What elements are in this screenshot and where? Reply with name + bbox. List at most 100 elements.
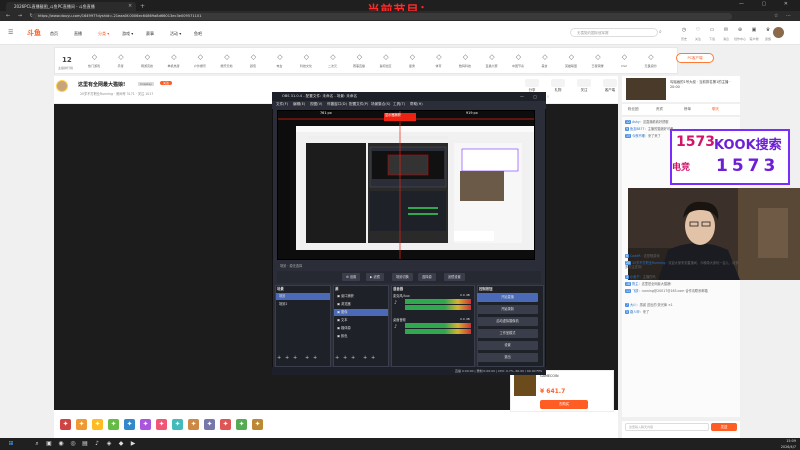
category-icon[interactable]: ◇ [353, 52, 366, 63]
category-label[interactable]: 二次元 [319, 64, 347, 68]
category-label[interactable]: 电台 [266, 64, 294, 68]
category-icon[interactable]: ◇ [141, 52, 154, 63]
category-label[interactable]: 星秀 [398, 64, 426, 68]
nav-item[interactable]: 活动 ▾ [170, 31, 181, 37]
room-button[interactable]: 客户端 [598, 87, 622, 92]
room-button-icon[interactable] [603, 79, 617, 87]
taskbar-app-icon[interactable]: ◎ [68, 439, 78, 449]
window-controls[interactable]: — ▢ ✕ [739, 1, 796, 7]
url-input[interactable]: https://www.douyu.com/164997?dyshid=-21e… [32, 13, 732, 20]
chat-username[interactable]: 今夜不睡： [632, 134, 648, 138]
category-icon[interactable]: ◇ [168, 52, 181, 63]
gift-icon[interactable]: ✦ [236, 419, 247, 430]
obs-source-tool-icon[interactable]: + [335, 355, 339, 361]
category-icon[interactable]: ◇ [274, 52, 287, 63]
gift-icon[interactable]: ✦ [60, 419, 71, 430]
gift-icon[interactable]: ✦ [124, 419, 135, 430]
pc-client-button[interactable]: PC客户端 [676, 53, 714, 63]
chat-username[interactable]: 鱼友8877： [630, 127, 648, 131]
obs-dock-add-icon[interactable]: + [293, 355, 297, 361]
category-icon[interactable]: ◇ [221, 52, 234, 63]
obs-source-item[interactable]: ▣ 媒体源 [334, 325, 388, 332]
obs-window-controls[interactable]: — ▢ ✕ [520, 92, 554, 101]
gift-icon[interactable]: ✦ [140, 419, 151, 430]
gift-icon[interactable]: ✦ [108, 419, 119, 430]
chat-username[interactable]: 陈主： [632, 282, 642, 286]
obs-source-item[interactable]: ▣ 图像 [334, 309, 388, 316]
category-icon[interactable]: ◇ [88, 52, 101, 63]
category-icon[interactable]: ◇ [406, 52, 419, 63]
gift-icon[interactable]: ✦ [92, 419, 103, 430]
gift-icon[interactable]: ✦ [204, 419, 215, 430]
room-button-icon[interactable] [577, 79, 591, 87]
follow-badge[interactable]: 关注 [160, 81, 173, 85]
gift-icon[interactable]: ✦ [220, 419, 231, 430]
category-icon[interactable]: ◇ [486, 52, 499, 63]
search-icon[interactable]: ⌕ [659, 29, 662, 35]
taskbar-app-icon[interactable]: ◉ [56, 439, 66, 449]
category-label[interactable]: 数码科技 [451, 64, 479, 68]
site-logo[interactable]: 斗鱼 [27, 28, 41, 38]
obs-dock-add-icon[interactable]: + [305, 355, 309, 361]
room-tag[interactable]: Cosplay [138, 82, 154, 86]
taskbar-app-icon[interactable]: ⌕ [32, 439, 42, 449]
category-label[interactable]: 户外娱乐 [186, 64, 214, 68]
chat-username[interactable]: Ashy： [632, 120, 643, 124]
category-label[interactable]: 赛事直播 [345, 64, 373, 68]
obs-toolbar-button[interactable]: 场景切换 [392, 273, 413, 281]
chat-tab[interactable]: 粉丝团 [628, 107, 639, 112]
nav-item[interactable]: 直播 [74, 31, 82, 37]
product-buy-button[interactable]: 去购买 [540, 400, 588, 409]
obs-control-button[interactable]: 设置 [477, 341, 538, 350]
category-label[interactable]: 美食 [531, 64, 559, 68]
category-label[interactable]: 网游竞技 [133, 64, 161, 68]
category-label[interactable]: 体育 [425, 64, 453, 68]
category-icon[interactable]: ◇ [565, 52, 578, 63]
category-icon[interactable]: ◇ [194, 52, 207, 63]
chat-tab[interactable]: 贵宾 [656, 107, 663, 112]
obs-scene-item[interactable]: 场景 [276, 293, 330, 300]
taskbar-app-icon[interactable]: ▶ [128, 439, 138, 449]
taskbar-app-icon[interactable]: ◆ [116, 439, 126, 449]
category-icon[interactable]: ◇ [115, 52, 128, 63]
obs-source-item[interactable]: ▣ 文本 [334, 317, 388, 324]
category-label[interactable]: CS2 [610, 64, 638, 68]
taskbar-app-icon[interactable]: ▤ [80, 439, 90, 449]
nav-item[interactable]: 游戏 ▾ [122, 31, 133, 37]
obs-toolbar-button[interactable]: ▶ 滤镜 [366, 273, 384, 281]
category-icon[interactable]: ◇ [247, 52, 260, 63]
obs-menu-item[interactable]: 停靠窗口(D) [327, 102, 347, 107]
search-input[interactable]: 无畏契约国际冠军赛 [570, 28, 658, 37]
obs-source-tool-icon[interactable]: + [371, 355, 375, 361]
chat-username[interactable]: CodeR： [630, 254, 644, 258]
category-icon[interactable]: ◇ [300, 52, 313, 63]
obs-source-tool-icon[interactable]: + [343, 355, 347, 361]
taskbar-app-icon[interactable]: ▣ [44, 439, 54, 449]
category-icon[interactable]: ◇ [433, 52, 446, 63]
gift-icon[interactable]: ✦ [156, 419, 167, 430]
obs-control-button[interactable]: 开始录制 [477, 305, 538, 314]
category-icon[interactable]: ◇ [645, 52, 658, 63]
obs-menu-item[interactable]: 视图(V) [310, 102, 322, 107]
category-icon[interactable]: ◇ [539, 52, 552, 63]
room-button-icon[interactable] [525, 79, 539, 87]
obs-source-item[interactable]: ▣ 浏览器 [334, 301, 388, 308]
obs-control-button[interactable]: 开始直播 [477, 293, 538, 302]
category-label[interactable]: 热门游戏 [80, 64, 108, 68]
obs-toolbar-button[interactable]: 选择源 [418, 273, 436, 281]
chat-username[interactable]: 小鱼干： [630, 275, 643, 279]
obs-dock-add-icon[interactable]: + [313, 355, 317, 361]
browser-tab[interactable]: 2026PCL直播截图_斗鱼PC直播间 - 斗鱼直播 [6, 2, 136, 11]
category-icon[interactable]: ◇ [459, 52, 472, 63]
header-icon[interactable]: ♛ [760, 27, 776, 33]
browser-extension-icons[interactable]: ☆ ⋯ [774, 11, 794, 21]
category-label[interactable]: 手游 [107, 64, 135, 68]
obs-source-item[interactable]: ▣ 颜色 [334, 333, 388, 340]
obs-dock-add-icon[interactable]: + [277, 355, 281, 361]
new-tab-icon[interactable]: + [140, 2, 145, 11]
obs-toolbar-button[interactable]: 滤镜设置 [444, 273, 465, 281]
chat-tab[interactable]: 聊天 [712, 107, 719, 112]
category-label[interactable]: 英雄联盟 [557, 64, 585, 68]
obs-source-item[interactable]: ▣ 窗口捕获 [334, 293, 388, 300]
category-icon[interactable]: ◇ [592, 52, 605, 63]
